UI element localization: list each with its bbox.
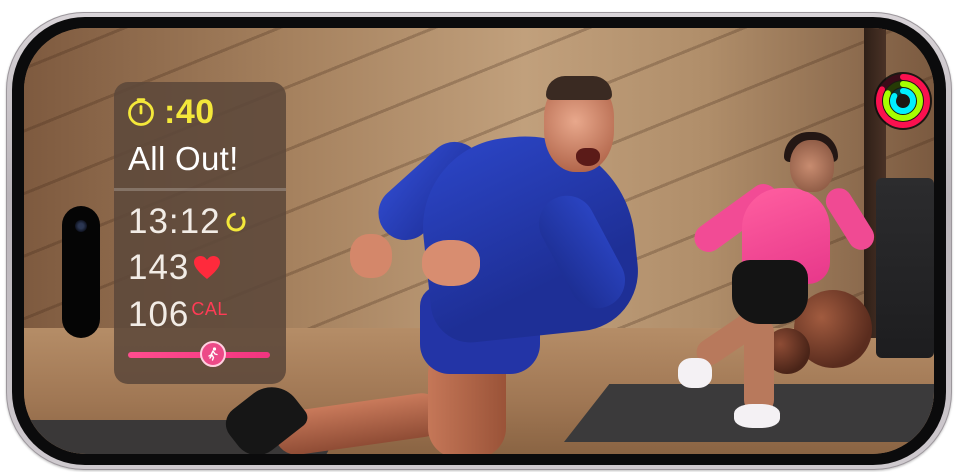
activity-rings-icon[interactable] — [872, 70, 934, 132]
trainer-man-mouth — [576, 148, 600, 166]
trainer-man-hand — [422, 240, 480, 286]
burn-bar — [128, 341, 270, 367]
trainer-woman-shoe — [734, 404, 780, 428]
elapsed-time-value: 13:12 — [128, 202, 221, 241]
runner-icon — [208, 347, 218, 361]
workout-metrics-panel: :40 All Out! 13:12 143 106 CAL — [114, 82, 286, 384]
panel-divider — [114, 188, 286, 191]
heart-rate-metric: 143 — [128, 248, 221, 288]
calories-unit: CAL — [191, 299, 228, 319]
interval-section: :40 All Out! — [114, 82, 286, 186]
trainer-woman-shoe — [678, 358, 712, 388]
activity-ring-icon — [226, 212, 246, 232]
trainer-woman-leg — [744, 318, 774, 414]
timer-icon — [128, 98, 154, 126]
camera-lens-icon — [75, 220, 87, 232]
heart-rate-value: 143 — [128, 248, 190, 287]
calories-value: 106 — [128, 295, 190, 334]
trainer-woman-shorts — [732, 260, 808, 324]
burn-bar-marker — [200, 341, 227, 367]
trainer-man-hair — [546, 76, 612, 100]
elapsed-time-metric: 13:12 — [128, 202, 247, 242]
equipment-rack — [876, 178, 934, 358]
heart-icon — [194, 256, 221, 279]
trainer-man-hand — [350, 234, 392, 278]
workout-video-screen[interactable]: :40 All Out! 13:12 143 106 CAL — [24, 28, 934, 454]
interval-timer-value: :40 — [164, 93, 215, 131]
interval-timer: :40 — [126, 92, 215, 132]
trainer-woman-head — [790, 140, 834, 192]
interval-status: All Out! — [128, 140, 239, 177]
iphone-frame: :40 All Out! 13:12 143 106 CAL — [6, 12, 952, 470]
calories-metric: 106 CAL — [128, 295, 228, 335]
dynamic-island — [62, 206, 100, 338]
phone-bezel: :40 All Out! 13:12 143 106 CAL — [12, 17, 946, 465]
